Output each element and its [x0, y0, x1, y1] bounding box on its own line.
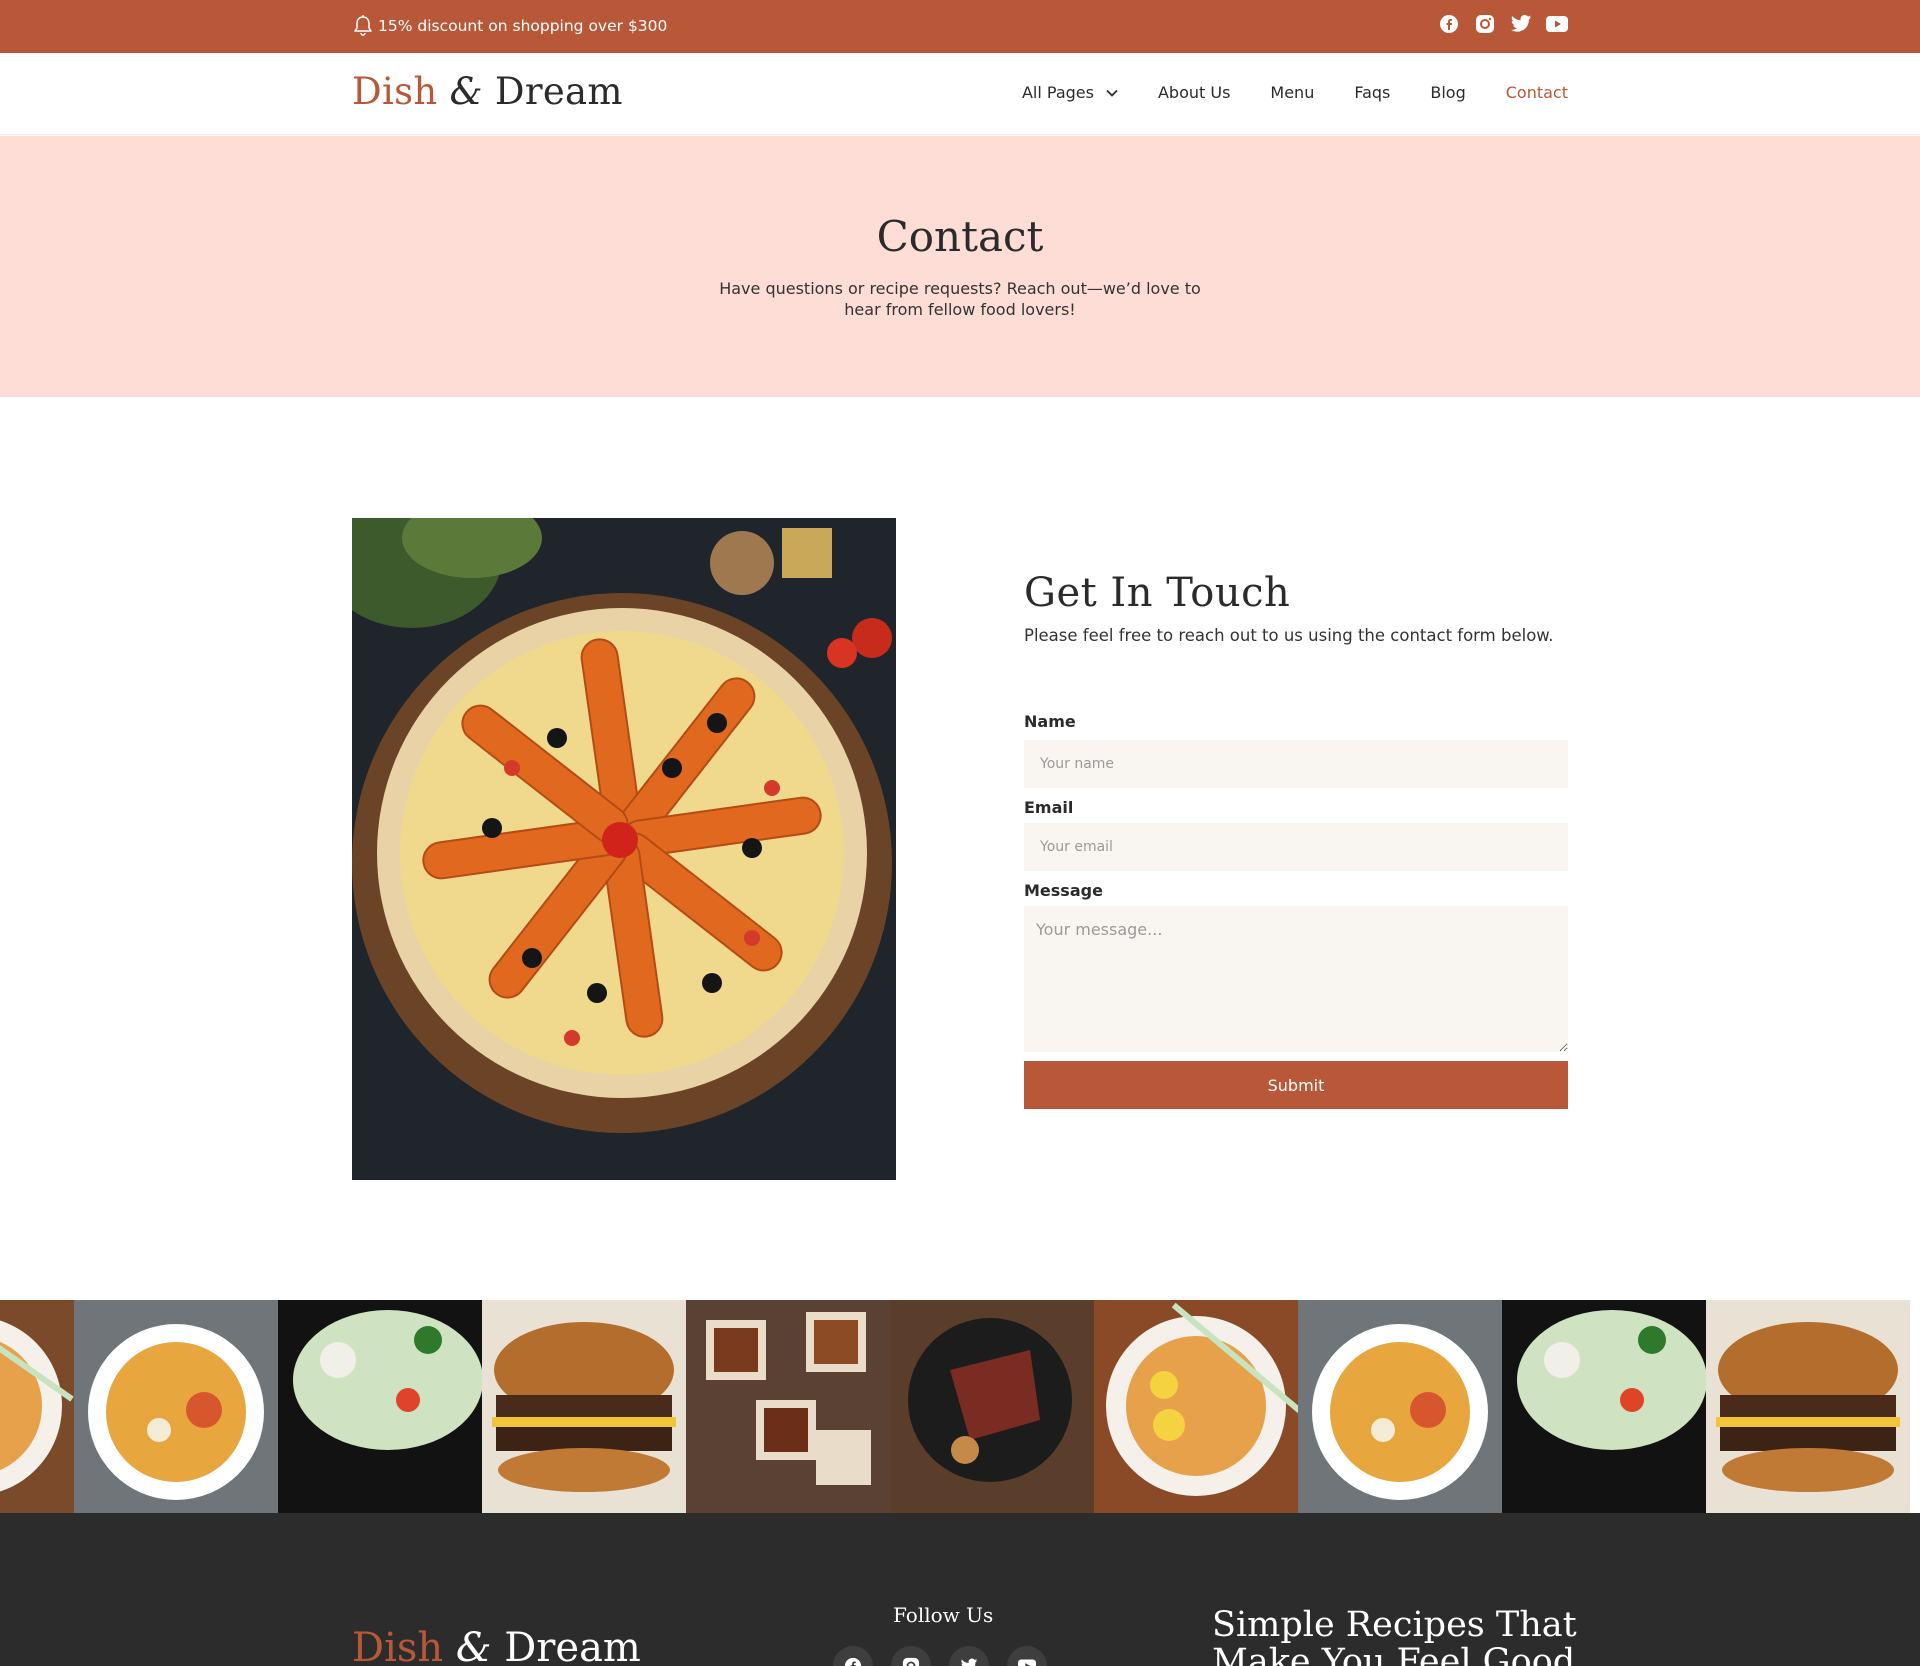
site-logo[interactable]: Dish & Dream [352, 70, 623, 113]
contact-title: Get In Touch [1024, 570, 1291, 616]
chevron-down-icon [1106, 89, 1118, 97]
footer-tagline: Simple Recipes That Make You Feel Good [1212, 1605, 1577, 1666]
twitter-icon[interactable] [949, 1646, 989, 1666]
gallery-image-noodle-soup[interactable] [1298, 1300, 1502, 1513]
follow-title: Follow Us [893, 1603, 994, 1627]
nav-all-pages-label: All Pages [1021, 83, 1094, 102]
contact-subtitle: Please feel free to reach out to us usin… [1024, 626, 1554, 645]
pizza-image [352, 518, 896, 1180]
facebook-icon[interactable] [833, 1646, 873, 1666]
facebook-icon[interactable] [1438, 13, 1460, 35]
page-title: Contact [876, 212, 1044, 261]
instagram-icon[interactable] [1474, 13, 1496, 35]
site-header: Dish & Dream All Pages About Us Menu Faq… [0, 53, 1920, 135]
gallery-image-noodle-soup[interactable] [74, 1300, 278, 1513]
message-label: Message [1024, 881, 1103, 900]
logo-word-2: Dream [494, 70, 623, 113]
footer-logo-word-2: Dream [504, 1625, 641, 1666]
food-gallery [0, 1300, 1920, 1513]
gallery-image-snack-platter[interactable] [686, 1300, 890, 1513]
promo-bar: 15% discount on shopping over $300 [0, 0, 1920, 53]
nav-menu[interactable]: Menu [1270, 83, 1314, 102]
page-hero: Contact Have questions or recipe request… [0, 136, 1920, 397]
contact-intro: Get In Touch Please feel free to reach o… [1024, 570, 1568, 645]
gallery-image-salad[interactable] [1502, 1300, 1706, 1513]
submit-button[interactable]: Submit [1024, 1061, 1568, 1109]
nav-all-pages[interactable]: All Pages [1022, 83, 1118, 102]
footer-logo-ampersand: & [455, 1625, 492, 1666]
email-input[interactable] [1024, 823, 1568, 871]
logo-word-1: Dish [352, 70, 438, 113]
name-input[interactable] [1024, 740, 1568, 788]
footer-social-links [833, 1646, 1047, 1666]
footer-logo[interactable]: Dish & Dream [352, 1625, 641, 1666]
nav-about[interactable]: About Us [1158, 83, 1230, 102]
email-label: Email [1024, 798, 1074, 817]
gallery-image-steak[interactable] [890, 1300, 1094, 1513]
message-input[interactable] [1024, 906, 1568, 1052]
gallery-image-burger[interactable] [482, 1300, 686, 1513]
nav-faqs[interactable]: Faqs [1354, 83, 1390, 102]
page-subtitle: Have questions or recipe requests? Reach… [719, 279, 1201, 319]
nav-blog[interactable]: Blog [1430, 83, 1465, 102]
youtube-icon[interactable] [1546, 13, 1568, 35]
bell-icon [352, 14, 374, 38]
main-nav: All Pages About Us Menu Faqs Blog Contac… [1022, 83, 1568, 102]
nav-contact[interactable]: Contact [1506, 83, 1568, 102]
gallery-image-ramen[interactable] [1094, 1300, 1298, 1513]
youtube-icon[interactable] [1007, 1646, 1047, 1666]
name-label: Name [1024, 712, 1076, 731]
promo-text: 15% discount on shopping over $300 [378, 17, 668, 35]
footer-logo-word-1: Dish [352, 1625, 444, 1666]
logo-ampersand: & [449, 70, 483, 113]
gallery-image-ramen[interactable] [0, 1300, 74, 1513]
promo: 15% discount on shopping over $300 [352, 14, 667, 38]
social-links [1438, 13, 1568, 35]
gallery-image-salad[interactable] [278, 1300, 482, 1513]
twitter-icon[interactable] [1510, 13, 1532, 35]
instagram-icon[interactable] [891, 1646, 931, 1666]
gallery-image-burger[interactable] [1706, 1300, 1910, 1513]
site-footer: Dish & Dream Follow Us Simple Recipes Th… [0, 1513, 1920, 1666]
